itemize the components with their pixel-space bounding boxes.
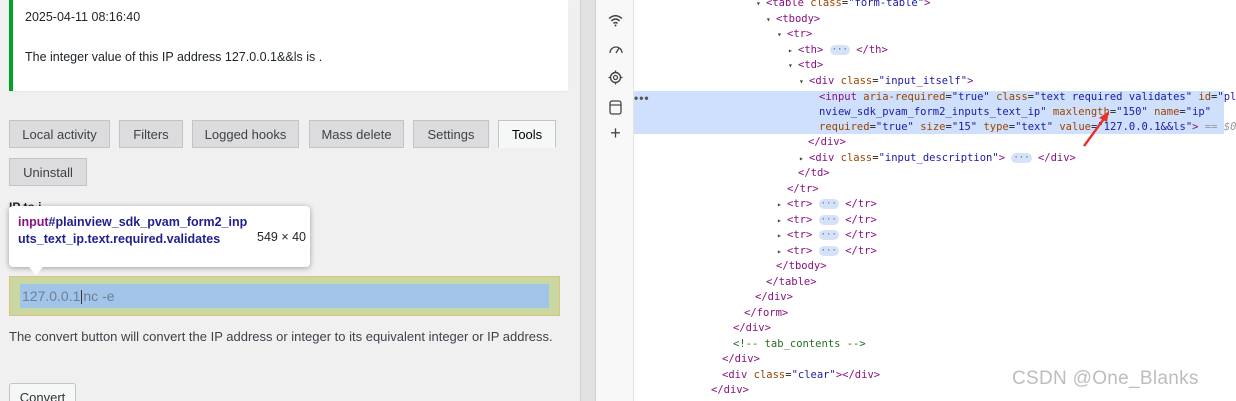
tab-mass-delete[interactable]: Mass delete [309,120,404,148]
ip-input[interactable]: 127.0.0.1 nc -e [20,284,549,308]
devtools-elements-panel: + ••• ▾ <table class="form-table"> ▾ <tbod… [596,0,1236,401]
dom-line-form-close[interactable]: </form> [744,306,788,322]
tooltip-dimensions: 549 × 40 [257,230,307,244]
dom-line-input-2[interactable]: nview_sdk_pvam_form2_inputs_text_ip" max… [819,105,1211,121]
wordpress-admin-pane: 2025-04-11 08:16:40 The integer value of… [0,0,580,401]
wifi-icon[interactable] [607,12,624,29]
dom-line-tbody-close[interactable]: </tbody> [776,259,827,275]
watermark: CSDN @One_Blanks [1012,368,1199,389]
dom-line-div-close-3[interactable]: </div> [733,321,771,337]
dom-line-tbody[interactable]: ▾ <tbody> [766,12,820,28]
dom-line-comment[interactable]: <!-- tab_contents --> [733,337,866,353]
dom-line-table-close[interactable]: </table> [766,275,817,291]
plus-icon[interactable]: + [607,123,624,143]
ip-input-highlight[interactable]: 127.0.0.1 nc -e [9,276,560,316]
node-actions-icon[interactable]: ••• [634,91,650,105]
notice-timestamp: 2025-04-11 08:16:40 [25,10,141,24]
tab-uninstall[interactable]: Uninstall [9,158,87,186]
dom-line-th[interactable]: ▸ <th> ··· </th> [788,43,888,59]
tab-tools[interactable]: Tools [498,120,556,148]
dom-line-tr-close[interactable]: </tr> [787,182,819,198]
notice-message: The integer value of this IP address 127… [25,50,323,64]
dom-line-table[interactable]: ▾ <table class="form-table"> [756,0,930,12]
tooltip-selector-text: #plainview_sdk_pvam_form2_inputs_text_ip… [18,215,248,246]
performance-icon[interactable] [607,40,624,57]
pane-splitter[interactable] [580,0,596,401]
tooltip-arrow [29,267,43,275]
dom-line-tr-collapsed-3[interactable]: ▸ <tr> ··· </tr> [777,228,877,244]
dom-line-tr[interactable]: ▾ <tr> [777,27,812,43]
inspector-tooltip: input#plainview_sdk_pvam_form2_inputs_te… [9,206,310,275]
convert-description: The convert button will convert the IP a… [9,329,553,344]
dom-line-div-clear[interactable]: <div class="clear"></div> [722,368,880,384]
tooltip-selector: input#plainview_sdk_pvam_form2_inputs_te… [18,214,248,247]
dom-line-div-close-1[interactable]: </div> [808,135,846,151]
tab-local-activity[interactable]: Local activity [9,120,110,148]
tab-settings[interactable]: Settings [413,120,489,148]
success-notice: 2025-04-11 08:16:40 The integer value of… [9,0,568,91]
dom-line-div-close-2[interactable]: </div> [755,290,793,306]
tab-filters[interactable]: Filters [119,120,183,148]
ip-input-suffix: nc -e [83,288,115,304]
dom-line-td-close[interactable]: </td> [798,166,830,182]
dom-line-tr-collapsed-4[interactable]: ▸ <tr> ··· </tr> [777,244,877,260]
tooltip-tag: input [18,215,49,229]
dom-line-div-close-5[interactable]: </div> [711,383,749,399]
dom-line-div-input-description[interactable]: ▸ <div class="input_description"> ··· </d… [799,151,1076,167]
dom-line-td[interactable]: ▾ <td> [788,58,823,74]
dom-line-div-close-4[interactable]: </div> [722,352,760,368]
dom-line-div-input-itself[interactable]: ▾ <div class="input_itself"> [799,74,973,90]
dom-line-input-1[interactable]: <input aria-required="true" class="text … [819,90,1236,106]
devtools-side-strip: + [596,0,634,401]
annotation-arrow [1083,111,1109,147]
layers-icon[interactable] [607,99,624,116]
ip-input-value: 127.0.0.1 [22,288,81,304]
dom-line-tr-collapsed-2[interactable]: ▸ <tr> ··· </tr> [777,213,877,229]
settings-gear-icon[interactable] [607,69,624,86]
dom-line-tr-collapsed-1[interactable]: ▸ <tr> ··· </tr> [777,197,877,213]
tab-logged-hooks[interactable]: Logged hooks [192,120,299,148]
dom-line-input-3[interactable]: required="true" size="15" type="text" va… [819,120,1236,136]
convert-button[interactable]: Convert [9,383,76,401]
